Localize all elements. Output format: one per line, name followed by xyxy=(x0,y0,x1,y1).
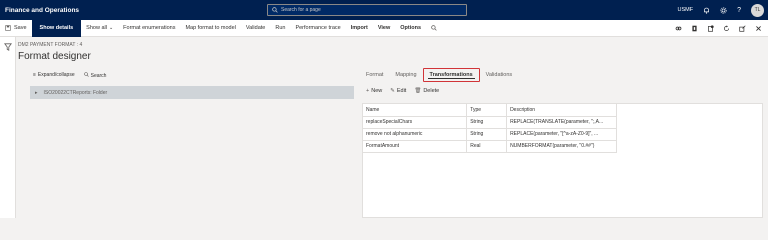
tree-search-label: Search xyxy=(90,73,107,79)
chevron-right-icon[interactable]: ▸ xyxy=(35,90,38,96)
import-label: Import xyxy=(350,25,368,31)
breadcrumb: DM2 PAYMENT FORMAT : 4 xyxy=(18,42,83,48)
search-icon xyxy=(272,7,278,13)
chevron-down-icon: ⌄ xyxy=(108,25,114,31)
gear-icon[interactable] xyxy=(720,6,727,14)
popout-icon[interactable] xyxy=(739,25,746,32)
run-button[interactable]: Run xyxy=(270,20,290,37)
column-header-name[interactable]: Name xyxy=(363,104,468,117)
table-header-row: Name Type Description xyxy=(363,104,617,117)
save-button[interactable]: Save xyxy=(0,20,32,37)
company-picker[interactable]: USMF xyxy=(678,7,694,13)
cell-name[interactable]: remove not alphanumeric xyxy=(363,128,468,141)
map-format-to-model-button[interactable]: Map format to model xyxy=(180,20,240,37)
list-icon: ≡ xyxy=(33,72,36,78)
avatar-initials: TL xyxy=(754,7,761,13)
action-bar: Save Show details Show all ⌄ Format enume… xyxy=(0,19,768,37)
search-icon xyxy=(83,72,89,77)
page-search-input[interactable]: Search for a page xyxy=(267,4,467,16)
save-label: Save xyxy=(14,25,27,31)
options-label: Options xyxy=(400,25,422,31)
tree-search-button[interactable]: Search xyxy=(83,72,107,79)
avatar[interactable]: TL xyxy=(751,3,764,17)
tab-transformations[interactable]: Transformations xyxy=(422,68,480,82)
show-details-button[interactable]: Show details xyxy=(31,19,82,37)
table-row[interactable]: FormatAmount Real NUMBERFORMAT(parameter… xyxy=(363,140,617,153)
transformations-grid: Name Type Description replaceSpecialChar… xyxy=(362,103,763,218)
attachment-icon[interactable] xyxy=(707,25,714,32)
action-search-button[interactable] xyxy=(426,20,442,37)
tab-format[interactable]: Format xyxy=(360,68,389,82)
tree-node-label: ISO20022CTReports: Folder xyxy=(43,89,108,96)
map-format-to-model-label: Map format to model xyxy=(185,25,236,31)
bell-icon[interactable] xyxy=(703,7,710,14)
show-details-label: Show details xyxy=(39,25,74,31)
show-all-button[interactable]: Show all ⌄ xyxy=(81,20,118,37)
performance-trace-label: Performance trace xyxy=(295,25,341,31)
tab-mapping[interactable]: Mapping xyxy=(389,68,422,82)
expand-collapse-button[interactable]: ≡ Expand/collapse xyxy=(33,72,75,79)
edit-label: Edit xyxy=(396,88,407,94)
refresh-icon[interactable] xyxy=(723,25,730,32)
tree-toolbar: ≡ Expand/collapse Search xyxy=(33,72,106,79)
tab-label: Validations xyxy=(485,72,513,78)
page-title: Format designer xyxy=(18,51,91,62)
left-rail xyxy=(0,37,16,218)
tab-validations[interactable]: Validations xyxy=(480,68,519,82)
table-row[interactable]: replaceSpecialChars String REPLACE(TRANS… xyxy=(363,116,617,129)
link-icon[interactable] xyxy=(675,25,682,32)
save-icon xyxy=(5,25,11,31)
cell-description[interactable]: REPLACE(TRANSLATE(parameter, ";,A... xyxy=(506,116,617,129)
trash-icon: 🗑 xyxy=(414,88,422,94)
view-label: View xyxy=(377,25,391,31)
view-menu[interactable]: View xyxy=(373,20,395,37)
search-placeholder: Search for a page xyxy=(281,7,321,13)
close-icon[interactable] xyxy=(755,25,762,32)
new-label: New xyxy=(371,88,383,94)
cell-name[interactable]: FormatAmount xyxy=(363,140,468,153)
tab-label: Format xyxy=(366,72,384,78)
format-enumerations-label: Format enumerations xyxy=(123,25,176,31)
new-button[interactable]: + New xyxy=(366,88,382,94)
app-title[interactable]: Finance and Operations xyxy=(5,7,267,14)
edit-button[interactable]: ✎ Edit xyxy=(390,88,406,94)
tab-label: Transformations xyxy=(429,72,473,78)
tab-label: Mapping xyxy=(395,72,417,78)
help-icon[interactable]: ? xyxy=(737,7,741,14)
column-header-description[interactable]: Description xyxy=(506,104,617,117)
plus-icon: + xyxy=(366,88,370,94)
cell-description[interactable]: REPLACE(parameter, "[^a-zA-Z0-9]", ... xyxy=(506,128,617,141)
delete-button[interactable]: 🗑 Delete xyxy=(414,88,439,94)
detail-toolbar: + New ✎ Edit 🗑 Delete xyxy=(366,88,439,94)
options-menu[interactable]: Options xyxy=(395,20,426,37)
validate-label: Validate xyxy=(245,25,266,31)
pencil-icon: ✎ xyxy=(390,88,395,94)
cell-type[interactable]: String xyxy=(466,116,508,129)
transformations-table: Name Type Description replaceSpecialChar… xyxy=(363,104,617,153)
table-row[interactable]: remove not alphanumeric String REPLACE(p… xyxy=(363,128,617,141)
top-nav-bar: Finance and Operations Search for a page… xyxy=(0,0,768,20)
import-menu[interactable]: Import xyxy=(346,20,373,37)
office-icon[interactable] xyxy=(691,25,698,32)
cell-description[interactable]: NUMBERFORMAT(parameter, "0.##") xyxy=(506,140,617,153)
cell-type[interactable]: Real xyxy=(466,140,508,153)
performance-trace-button[interactable]: Performance trace xyxy=(290,20,345,37)
run-label: Run xyxy=(275,25,286,31)
validate-button[interactable]: Validate xyxy=(241,20,270,37)
filter-icon[interactable] xyxy=(4,43,12,51)
tree-node-root[interactable]: ▸ ISO20022CTReports: Folder xyxy=(30,86,354,99)
search-icon xyxy=(431,25,437,31)
format-enumerations-button[interactable]: Format enumerations xyxy=(118,20,180,37)
column-header-type[interactable]: Type xyxy=(466,104,508,117)
expand-collapse-label: Expand/collapse xyxy=(37,72,75,78)
detail-tabs: Format Mapping Transformations Validatio… xyxy=(360,68,518,82)
cell-name[interactable]: replaceSpecialChars xyxy=(363,116,468,129)
cell-type[interactable]: String xyxy=(466,128,508,141)
delete-label: Delete xyxy=(423,88,440,94)
show-all-label: Show all xyxy=(86,25,107,31)
